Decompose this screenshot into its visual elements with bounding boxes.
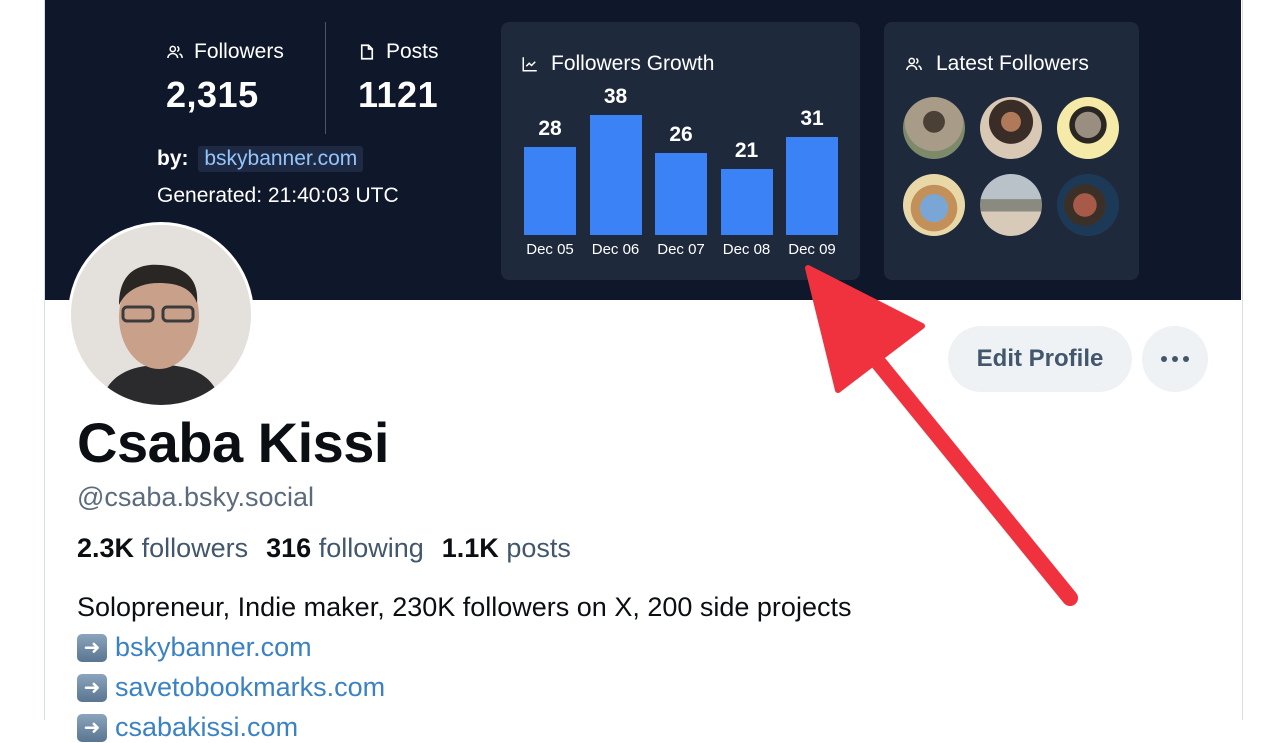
followers-stat-label: Followers: [194, 40, 284, 63]
chart-x-tick-label: Dec 09: [788, 241, 836, 258]
posts-count-value: 1.1K: [441, 533, 499, 563]
chart-bar-value-label: 28: [538, 116, 562, 140]
bio-link[interactable]: bskybanner.com: [115, 632, 312, 663]
right-arrow-emoji-icon: ➜: [77, 633, 107, 662]
profile-bio: Solopreneur, Indie maker, 230K followers…: [77, 592, 852, 622]
profile-name: Csaba Kissi: [77, 411, 390, 474]
posts-stat-label-row: Posts: [358, 40, 439, 64]
ellipsis-icon-dot: [1183, 356, 1189, 362]
right-arrow-emoji-icon: ➜: [77, 713, 107, 742]
posts-word: posts: [506, 533, 571, 563]
chart-bar-value-label: 26: [669, 122, 693, 146]
chart-bar: [786, 137, 838, 235]
following-word: following: [318, 533, 424, 563]
chart-bar: [589, 115, 642, 235]
profile-avatar[interactable]: [68, 222, 254, 408]
profile-handle: @csaba.bsky.social: [77, 482, 315, 512]
bio-link-row: ➜ csabakissi.com: [77, 712, 298, 743]
chart-x-tick-label: Dec 05: [526, 241, 574, 258]
following-count-link[interactable]: 316 following: [266, 533, 424, 564]
followers-growth-card: Followers Growth 28 Dec 05 38 Dec 06 26 Dec 0…: [501, 22, 860, 280]
by-link[interactable]: bskybanner.com: [198, 146, 364, 172]
chart-x-tick-label: Dec 07: [657, 241, 705, 258]
latest-followers-title-row: Latest Followers: [904, 52, 1089, 76]
chart-bar-value-label: 21: [734, 138, 759, 162]
right-arrow-emoji-icon: ➜: [77, 673, 107, 702]
chart-x-tick-label: Dec 08: [722, 241, 771, 258]
bio-link-row: ➜ savetobookmarks.com: [77, 672, 385, 703]
latest-followers-title: Latest Followers: [936, 52, 1089, 75]
chart-bar: [720, 168, 773, 235]
follower-avatar[interactable]: [903, 97, 965, 159]
follower-avatar[interactable]: [1057, 97, 1119, 159]
profile-photo: [71, 225, 251, 405]
more-options-button[interactable]: [1142, 326, 1208, 392]
bio-link[interactable]: savetobookmarks.com: [115, 672, 385, 703]
posts-stat-label: Posts: [386, 40, 439, 63]
followers-count-link[interactable]: 2.3K followers: [77, 533, 248, 564]
chart-x-tick-label: Dec 06: [591, 241, 640, 258]
profile-counts: 2.3K followers 316 following 1.1K posts: [77, 533, 571, 564]
followers-stat-value: 2,315: [166, 74, 259, 115]
stat-divider: [325, 22, 326, 134]
followers-stat-label-row: Followers: [166, 40, 284, 64]
edit-profile-button[interactable]: Edit Profile: [948, 326, 1132, 392]
followers-stat: Followers 2,315: [166, 40, 284, 116]
line-chart-icon: [522, 57, 537, 72]
followers-word: followers: [141, 533, 249, 563]
posts-count: 1.1K posts: [442, 533, 571, 564]
chart-bar: [655, 152, 707, 235]
chart-bar: [524, 146, 576, 235]
followers-growth-title-row: Followers Growth: [521, 52, 714, 76]
byline: by: bskybanner.com: [157, 146, 364, 172]
followers-growth-title: Followers Growth: [551, 52, 715, 75]
bio-link-row: ➜ bskybanner.com: [77, 632, 312, 663]
follower-avatar[interactable]: [903, 174, 965, 236]
users-icon: [906, 57, 922, 71]
ellipsis-icon-dot: [1161, 356, 1167, 362]
follower-avatar[interactable]: [1057, 174, 1119, 236]
document-icon: [360, 44, 374, 60]
users-icon: [167, 45, 183, 59]
ellipsis-icon-dot: [1172, 356, 1178, 362]
chart-bar-value-label: 38: [603, 85, 628, 108]
by-label: by:: [157, 147, 189, 170]
following-count: 316: [266, 533, 312, 563]
generated-timestamp: Generated: 21:40:03 UTC: [157, 184, 399, 207]
follower-avatar[interactable]: [980, 174, 1042, 236]
posts-stat-value: 1121: [358, 74, 439, 115]
follower-avatar[interactable]: [980, 97, 1042, 159]
bio-link[interactable]: csabakissi.com: [115, 712, 298, 743]
posts-stat: Posts 1121: [358, 40, 439, 116]
followers-count: 2.3K: [77, 533, 135, 563]
latest-followers-card: Latest Followers: [884, 22, 1139, 280]
chart-bar-value-label: 31: [800, 107, 824, 131]
